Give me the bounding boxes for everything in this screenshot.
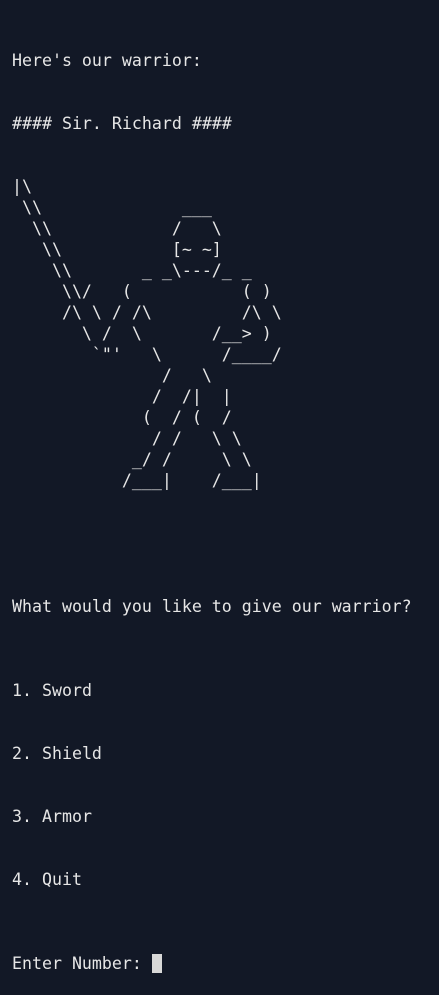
- menu-option-quit: 4. Quit: [12, 869, 427, 890]
- menu-option-label: Quit: [41, 870, 82, 889]
- prompt-label: Enter Number:: [12, 954, 152, 973]
- menu-question: What would you like to give our warrior?: [12, 597, 412, 616]
- menu-option-label: Sword: [41, 681, 92, 700]
- menu-option-number: 2.: [12, 744, 32, 763]
- menu-option-label: Armor: [41, 807, 92, 826]
- menu-option-sword: 1. Sword: [12, 680, 427, 701]
- menu-option-shield: 2. Shield: [12, 743, 427, 764]
- terminal-window[interactable]: Here's our warrior: #### Sir. Richard ##…: [0, 0, 439, 973]
- menu-option-label: Shield: [41, 744, 102, 763]
- warrior-ascii-art: |\ \\ ___ \\ / \ \\ [~ ~] \\ _ _\---/_ _…: [12, 177, 282, 490]
- number-prompt[interactable]: Enter Number:: [12, 953, 427, 974]
- menu-option-number: 1.: [12, 681, 32, 700]
- text-cursor: [151, 954, 162, 973]
- menu-option-number: 3.: [12, 807, 32, 826]
- menu-option-number: 4.: [12, 870, 32, 889]
- menu-option-armor: 3. Armor: [12, 806, 427, 827]
- warrior-name-banner: #### Sir. Richard ####: [12, 114, 232, 133]
- intro-text: Here's our warrior:: [12, 51, 202, 70]
